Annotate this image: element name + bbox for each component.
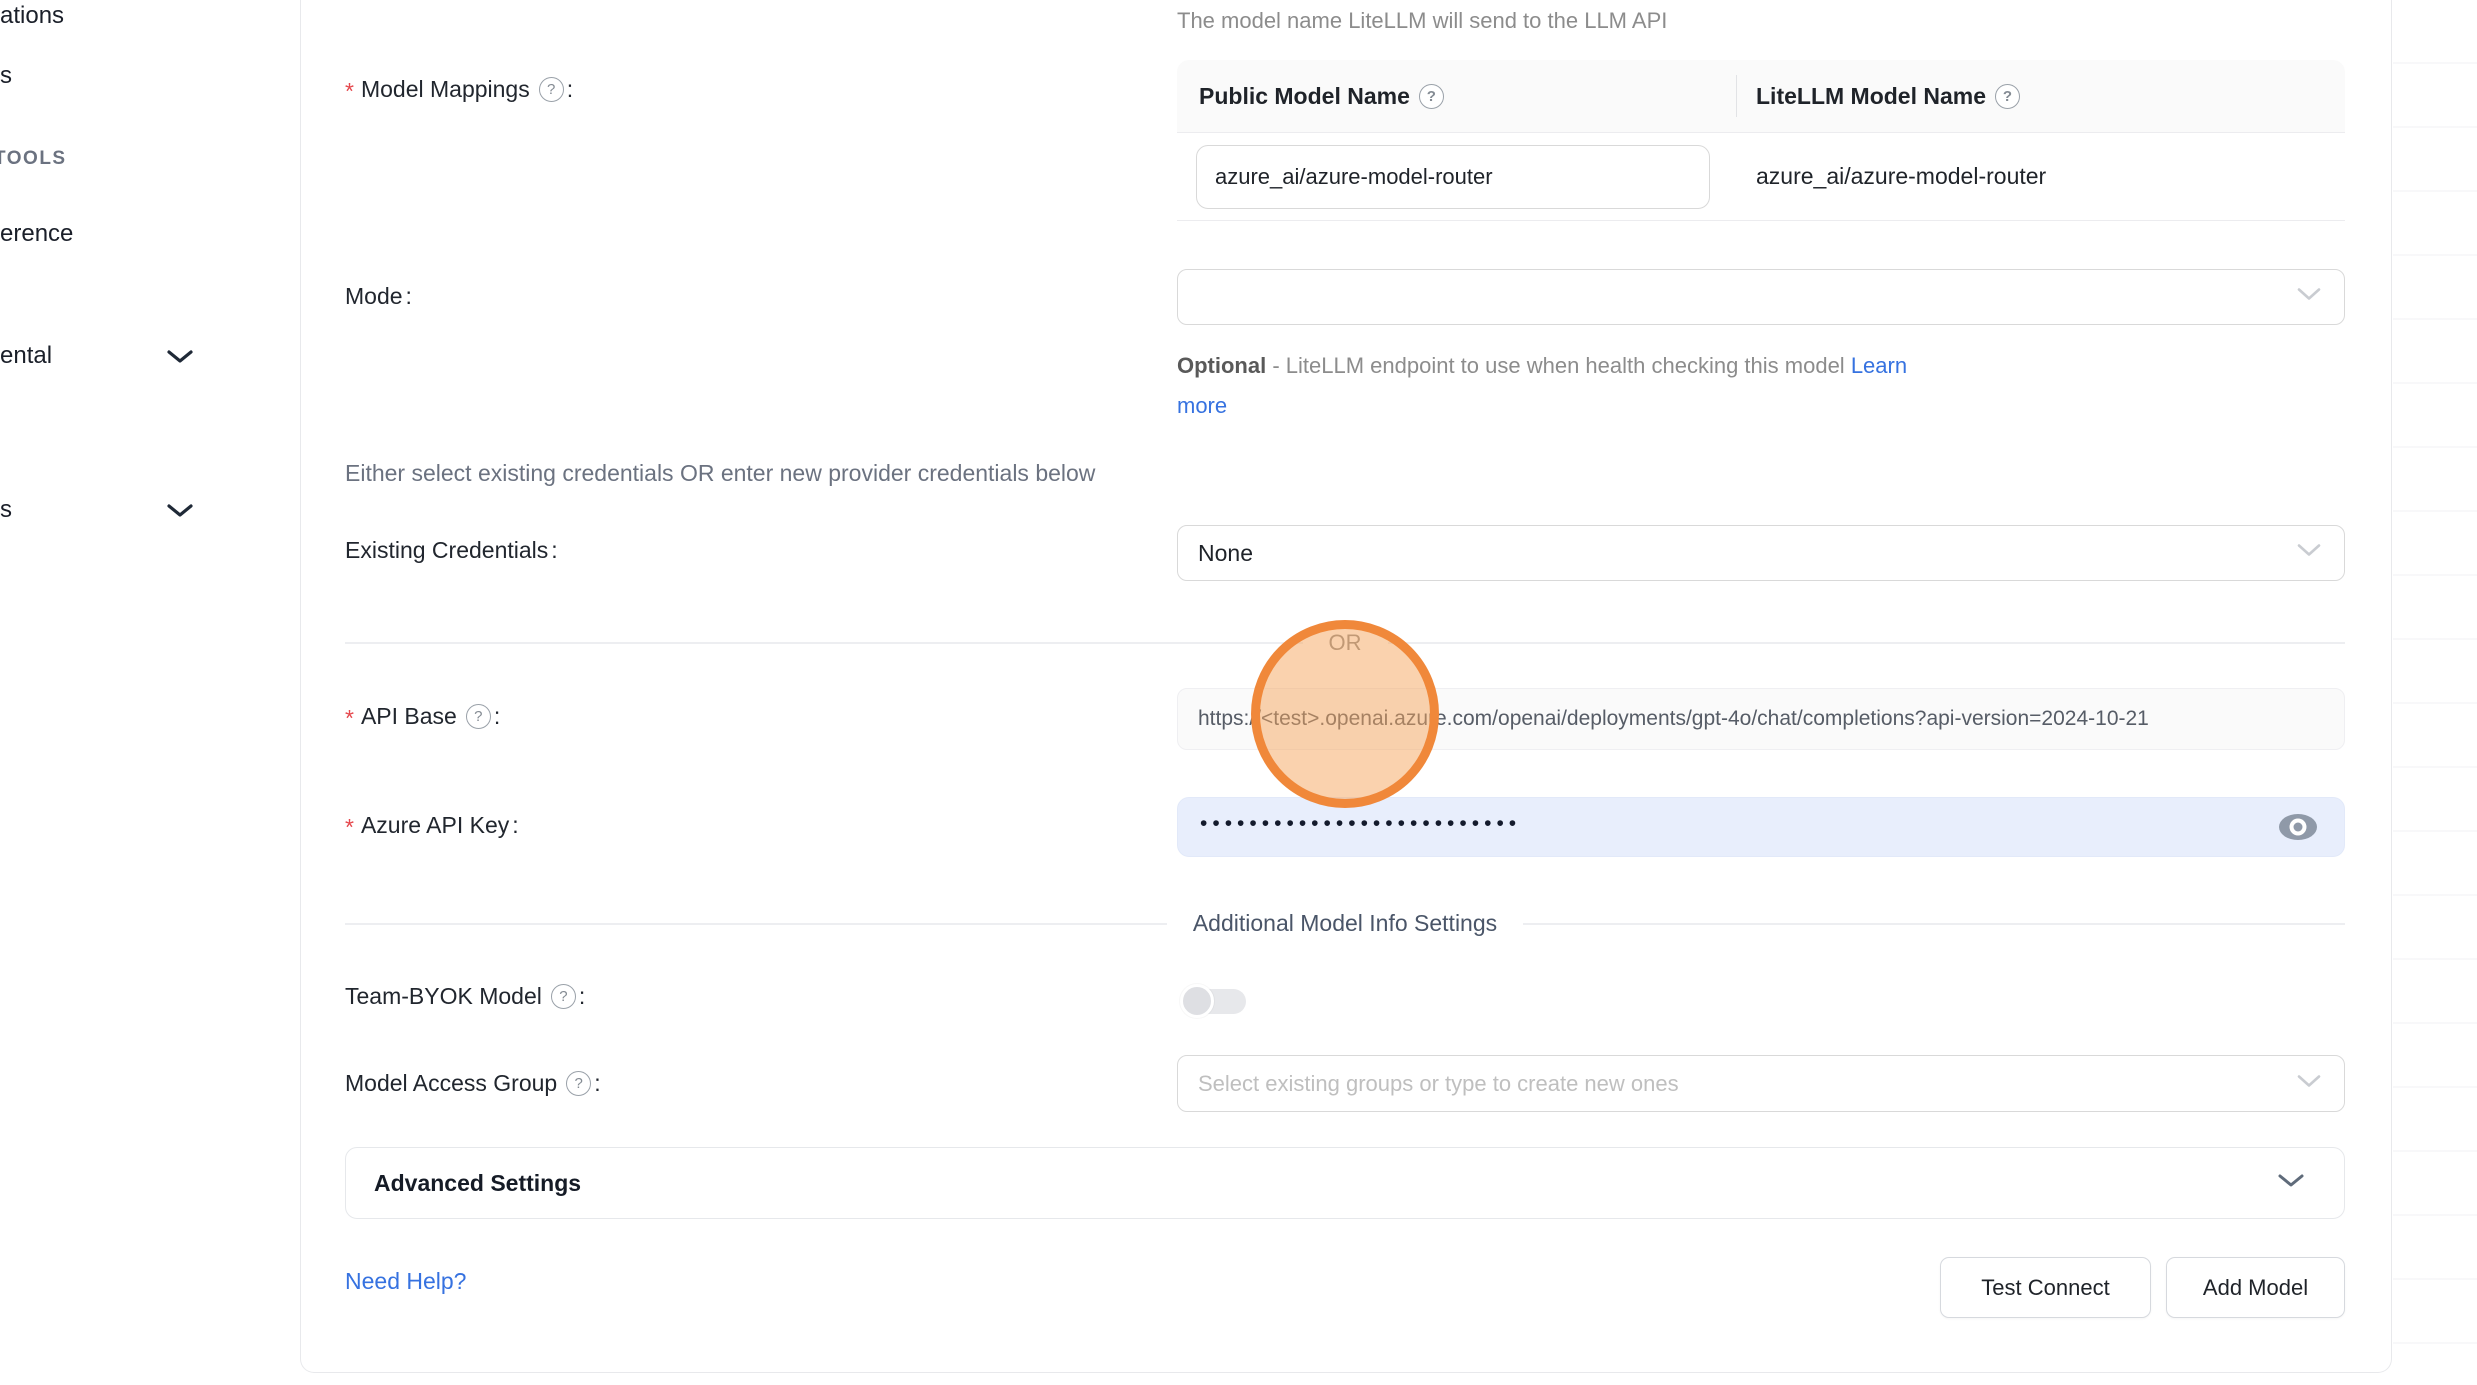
- need-help-link[interactable]: Need Help?: [345, 1268, 466, 1295]
- litellm-model-name-helper: The model name LiteLLM will send to the …: [1177, 8, 1667, 34]
- model-mappings-label: Model Mappings: [361, 76, 530, 103]
- required-asterisk: *: [345, 814, 354, 841]
- api-base-input[interactable]: https://<test>.openai.azure.com/openai/d…: [1177, 688, 2345, 750]
- chevron-down-icon: [2296, 1073, 2322, 1094]
- public-model-name-input[interactable]: [1196, 145, 1710, 209]
- toggle-password-visibility-eye-icon[interactable]: [2276, 811, 2320, 843]
- mode-helper-bold: Optional: [1177, 353, 1266, 378]
- mode-label-row: Mode :: [345, 283, 412, 310]
- or-divider-text: OR: [1303, 630, 1388, 656]
- credentials-note: Either select existing credentials OR en…: [345, 460, 1095, 487]
- model-mappings-header: Public Model Name ? LiteLLM Model Name ?: [1177, 60, 2345, 133]
- test-connect-button[interactable]: Test Connect: [1940, 1257, 2151, 1318]
- chevron-down-icon: [2296, 543, 2322, 564]
- sidebar-item-ations[interactable]: ations: [0, 2, 64, 30]
- colon: :: [406, 283, 412, 310]
- help-question-icon[interactable]: ?: [566, 1071, 591, 1096]
- mode-helper: Optional - LiteLLM endpoint to use when …: [1177, 346, 2357, 426]
- chevron-down-icon: [2296, 287, 2322, 308]
- divider-line: [1523, 923, 2345, 925]
- required-asterisk: *: [345, 705, 354, 732]
- azure-api-key-masked-value: ••••••••••••••••••••••••••: [1200, 812, 1521, 836]
- litellm-model-name-header-label: LiteLLM Model Name: [1756, 83, 1986, 110]
- toggle-knob: [1180, 984, 1214, 1018]
- model-access-group-placeholder: Select existing groups or type to create…: [1198, 1071, 1679, 1097]
- team-byok-toggle[interactable]: [1180, 984, 1246, 1018]
- chevron-down-icon[interactable]: [165, 348, 195, 366]
- azure-api-key-label: Azure API Key: [361, 812, 509, 839]
- help-question-icon[interactable]: ?: [1419, 84, 1444, 109]
- add-model-button[interactable]: Add Model: [2166, 1257, 2345, 1318]
- mode-helper-text: - LiteLLM endpoint to use when health ch…: [1266, 353, 1851, 378]
- team-byok-label: Team-BYOK Model: [345, 983, 542, 1010]
- existing-credentials-select[interactable]: None: [1177, 525, 2345, 581]
- table-row: azure_ai/azure-model-router: [1177, 133, 2345, 221]
- azure-api-key-label-row: * Azure API Key :: [345, 812, 519, 839]
- divider-line: [345, 642, 1303, 644]
- divider-line: [1388, 642, 2346, 644]
- advanced-settings-panel[interactable]: Advanced Settings: [345, 1147, 2345, 1219]
- help-question-icon[interactable]: ?: [1995, 84, 2020, 109]
- litellm-model-name-header: LiteLLM Model Name ?: [1737, 83, 2020, 110]
- team-byok-label-row: Team-BYOK Model ? :: [345, 983, 585, 1010]
- help-question-icon[interactable]: ?: [466, 704, 491, 729]
- sidebar-item-s1[interactable]: s: [0, 62, 12, 90]
- public-model-name-header-label: Public Model Name: [1199, 83, 1410, 110]
- sidebar-section-tools: TOOLS: [0, 148, 67, 170]
- background-rows: [2393, 0, 2477, 1385]
- sidebar-item-ental[interactable]: ental: [0, 342, 52, 370]
- colon: :: [579, 983, 585, 1010]
- colon: :: [594, 1070, 600, 1097]
- additional-settings-divider: Additional Model Info Settings: [345, 910, 2345, 937]
- colon: :: [551, 537, 557, 564]
- azure-api-key-input[interactable]: ••••••••••••••••••••••••••: [1177, 797, 2345, 857]
- chevron-down-icon: [2276, 1172, 2306, 1195]
- existing-credentials-value: None: [1198, 540, 1253, 567]
- public-model-name-header: Public Model Name ?: [1177, 83, 1736, 110]
- api-base-label: API Base: [361, 703, 457, 730]
- api-base-value: https://<test>.openai.azure.com/openai/d…: [1198, 707, 2149, 731]
- chevron-down-icon[interactable]: [165, 502, 195, 520]
- or-divider: OR: [345, 630, 2345, 656]
- sidebar: ations s TOOLS erence ental s: [0, 0, 300, 1385]
- learn-more-link[interactable]: Learn: [1851, 353, 1907, 378]
- model-access-group-label-row: Model Access Group ? :: [345, 1070, 601, 1097]
- advanced-settings-title: Advanced Settings: [374, 1170, 2276, 1197]
- sidebar-item-s2[interactable]: s: [0, 496, 12, 524]
- model-mappings-table: Public Model Name ? LiteLLM Model Name ?…: [1177, 60, 2345, 221]
- existing-credentials-label: Existing Credentials: [345, 537, 548, 564]
- litellm-model-name-value: azure_ai/azure-model-router: [1756, 163, 2046, 190]
- colon: :: [494, 703, 500, 730]
- api-base-label-row: * API Base ? :: [345, 703, 500, 730]
- divider-line: [345, 923, 1167, 925]
- add-model-page: ations s TOOLS erence ental s The model …: [0, 0, 2477, 1385]
- model-mappings-label-row: * Model Mappings ? :: [345, 76, 573, 103]
- learn-more-link[interactable]: more: [1177, 393, 1227, 418]
- mode-label: Mode: [345, 283, 403, 310]
- help-question-icon[interactable]: ?: [551, 984, 576, 1009]
- sidebar-item-erence[interactable]: erence: [0, 220, 73, 248]
- colon: :: [567, 76, 573, 103]
- help-question-icon[interactable]: ?: [539, 77, 564, 102]
- mode-select[interactable]: [1177, 269, 2345, 325]
- additional-settings-divider-text: Additional Model Info Settings: [1167, 910, 1523, 937]
- existing-credentials-label-row: Existing Credentials :: [345, 537, 558, 564]
- colon: :: [512, 812, 518, 839]
- required-asterisk: *: [345, 78, 354, 105]
- model-access-group-select[interactable]: Select existing groups or type to create…: [1177, 1055, 2345, 1112]
- model-access-group-label: Model Access Group: [345, 1070, 557, 1097]
